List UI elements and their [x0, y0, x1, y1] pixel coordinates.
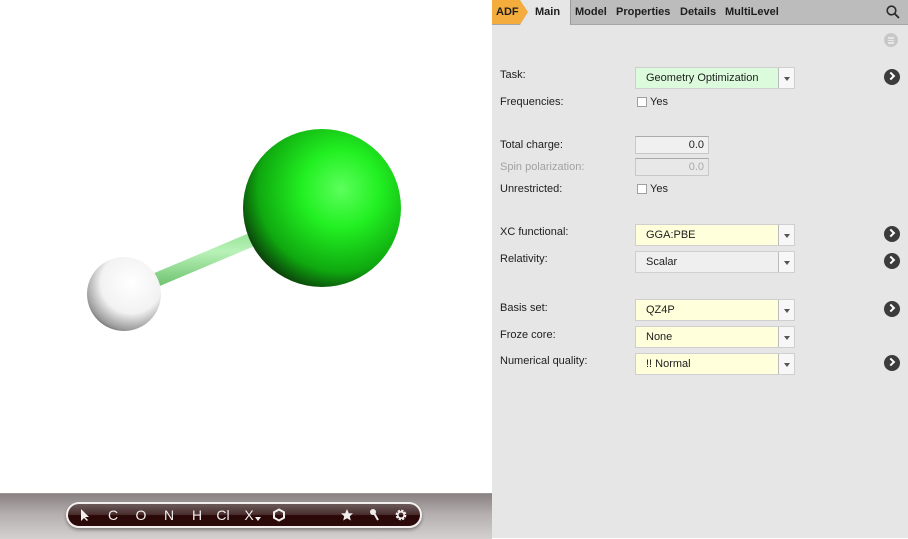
select-arrow-icon[interactable]	[78, 504, 96, 526]
tab-multilevel[interactable]: MultiLevel	[725, 0, 779, 24]
frozen-core-select[interactable]: None	[635, 326, 795, 348]
xc-functional-label: XC functional:	[500, 226, 569, 238]
frozen-core-value: None	[646, 331, 673, 343]
basis-set-details-arrow-icon[interactable]	[884, 301, 900, 317]
editor-toolbar: C O N H Cl X	[66, 502, 422, 528]
tab-model[interactable]: Model	[575, 0, 607, 24]
atom-cl[interactable]	[243, 129, 401, 287]
numerical-quality-details-arrow-icon[interactable]	[884, 355, 900, 371]
element-o-button[interactable]: O	[134, 504, 148, 526]
chevron-down-icon[interactable]	[778, 68, 794, 88]
wrench-icon[interactable]	[368, 504, 384, 526]
molecule-viewer[interactable]: C O N H Cl X	[0, 0, 492, 539]
chevron-down-icon[interactable]	[778, 327, 794, 347]
chevron-down-icon[interactable]	[778, 252, 794, 272]
relativity-value: Scalar	[646, 256, 678, 268]
element-cl-button[interactable]: Cl	[214, 504, 232, 526]
tab-bar: ADF Main Model Properties Details MultiL…	[492, 0, 908, 25]
frequencies-label: Frequencies:	[500, 96, 564, 108]
total-charge-label: Total charge:	[500, 139, 563, 151]
basis-set-select[interactable]: QZ4P	[635, 299, 795, 321]
unrestricted-checkbox[interactable]	[637, 184, 647, 194]
unrestricted-label: Unrestricted:	[500, 183, 563, 195]
xc-functional-select[interactable]: GGA:PBE	[635, 224, 795, 246]
task-value: Geometry Optimization	[646, 72, 759, 84]
numerical-quality-select[interactable]: !! Normal	[635, 353, 795, 375]
element-c-button[interactable]: C	[106, 504, 120, 526]
search-icon[interactable]	[886, 5, 900, 19]
relativity-select[interactable]: Scalar	[635, 251, 795, 273]
element-n-button[interactable]: N	[162, 504, 176, 526]
basis-set-value: QZ4P	[646, 304, 675, 316]
tab-details[interactable]: Details	[680, 0, 716, 24]
element-h-button[interactable]: H	[190, 504, 204, 526]
element-other-button[interactable]: X	[242, 504, 256, 526]
molecule-canvas[interactable]	[0, 0, 492, 494]
task-label: Task:	[500, 69, 526, 81]
spin-polarization-label: Spin polarization:	[500, 161, 585, 173]
hexagon-icon[interactable]	[272, 504, 288, 526]
total-charge-input[interactable]: 0.0	[635, 136, 709, 154]
panel-menu-icon[interactable]	[884, 33, 898, 47]
numerical-quality-value: !! Normal	[646, 358, 691, 370]
unrestricted-option[interactable]: Yes	[650, 183, 668, 195]
tab-properties[interactable]: Properties	[616, 0, 670, 24]
atom-h[interactable]	[87, 257, 161, 331]
frequencies-option[interactable]: Yes	[650, 96, 668, 108]
numerical-quality-label: Numerical quality:	[500, 355, 588, 367]
chevron-down-icon[interactable]	[778, 225, 794, 245]
chevron-down-icon[interactable]	[255, 504, 261, 526]
relativity-label: Relativity:	[500, 253, 548, 265]
spin-polarization-input: 0.0	[635, 158, 709, 176]
chevron-down-icon[interactable]	[778, 354, 794, 374]
task-select[interactable]: Geometry Optimization	[635, 67, 795, 89]
toolbar-area: C O N H Cl X	[0, 493, 492, 539]
relativity-details-arrow-icon[interactable]	[884, 253, 900, 269]
chevron-down-icon[interactable]	[778, 300, 794, 320]
task-details-arrow-icon[interactable]	[884, 69, 900, 85]
xc-functional-details-arrow-icon[interactable]	[884, 226, 900, 242]
xc-functional-value: GGA:PBE	[646, 229, 696, 241]
frozen-core-label: Froze core:	[500, 329, 556, 341]
settings-panel: ADF Main Model Properties Details MultiL…	[492, 0, 908, 538]
star-icon[interactable]	[340, 504, 356, 526]
frequencies-checkbox[interactable]	[637, 97, 647, 107]
gear-icon[interactable]	[394, 504, 410, 526]
basis-set-label: Basis set:	[500, 302, 548, 314]
